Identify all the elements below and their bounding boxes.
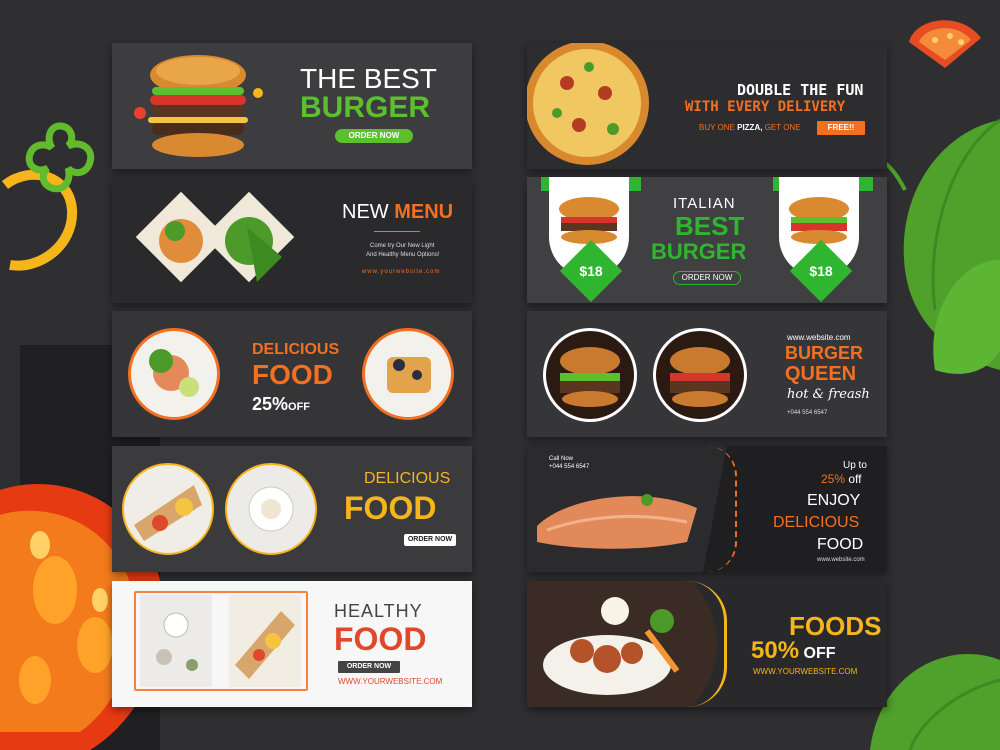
order-now-button-white[interactable]: ORDER NOW [404, 534, 456, 546]
foods-offer: 50% OFF [751, 637, 836, 665]
italian-line2: BEST [675, 211, 745, 241]
banner-salmon: Call Now +044 554 6547 Up to 25% off ENJ… [527, 446, 887, 572]
banner-foods-discount: FOODS 50% OFF WWW.YOURWEBSITE.COM [527, 581, 887, 707]
yellow-curve-line [687, 581, 727, 707]
salmon-line2: DELICIOUS [773, 514, 860, 531]
price-right: $18 [809, 263, 833, 279]
ornament-divider [374, 231, 420, 232]
salmon-off: off [848, 472, 862, 486]
food-photo-salmon [128, 328, 220, 420]
pizza-illustration [527, 43, 649, 165]
healthy-line2: FOOD [334, 621, 427, 657]
pizza-offer-post: GET ONE [764, 123, 801, 132]
discount-percent: 25% [252, 394, 289, 414]
new-menu-url[interactable]: www.yourwebsite.com [362, 269, 440, 275]
italian-line1: ITALIAN [673, 195, 736, 212]
salmon-call-label: Call Now [549, 456, 574, 462]
tomato-wedge-icon [909, 20, 981, 69]
salmon-line1: ENJOY [807, 492, 861, 509]
pizza-free-badge[interactable]: FREE!! [817, 121, 865, 135]
price-left: $18 [579, 263, 603, 279]
discount-off: OFF [288, 401, 311, 413]
new-menu-title: NEW MENU [342, 201, 453, 224]
healthy-line1: HEALTHY [334, 601, 423, 621]
order-now-button-outline[interactable]: ORDER NOW [673, 271, 741, 285]
banner-burger-queen: www.website.com BURGER QUEEN hot & freas… [527, 311, 887, 437]
menu-diamonds [135, 191, 295, 283]
new-menu-word1: NEW [342, 201, 389, 223]
foods-off: OFF [803, 645, 836, 662]
order-now-button-dark[interactable]: ORDER NOW [338, 661, 400, 673]
foods-percent: 50% [751, 637, 800, 664]
delicious-yellow-line2: FOOD [344, 490, 437, 526]
orange-dashed-curve [707, 446, 737, 572]
queen-url[interactable]: www.website.com [787, 333, 851, 342]
banner-best-burger: THE BEST BURGER ORDER NOW [112, 43, 472, 169]
new-menu-word2: MENU [394, 201, 454, 223]
delicious-discount-line2: FOOD [252, 359, 333, 390]
pizza-offer: BUY ONE PIZZA, GET ONE [699, 123, 801, 132]
delicious-yellow-line1: DELICIOUS [364, 470, 451, 487]
pizza-offer-pre: BUY ONE [699, 123, 735, 132]
queen-tagline: hot & freash [787, 387, 870, 402]
frame-corner [134, 591, 308, 691]
delicious-discount-line1: DELICIOUS [252, 341, 340, 358]
banner-best-burger-line2: BURGER [300, 91, 431, 124]
queen-line1: BURGER [785, 343, 864, 363]
banner-healthy-food: HEALTHY FOOD ORDER NOW WWW.YOURWEBSITE.C… [112, 581, 472, 707]
food-photo-sandwich [122, 463, 214, 555]
order-now-button[interactable]: ORDER NOW [335, 129, 413, 143]
italian-line3: BURGER [651, 239, 747, 264]
salmon-phone: +044 554 6547 [549, 464, 590, 470]
new-menu-desc2: And Healthy Menu Options! [366, 252, 440, 258]
burger-photo-right [653, 328, 747, 422]
salmon-discount: 25% off [821, 472, 862, 486]
green-pepper-icon [25, 122, 95, 193]
queen-line2: QUEEN [785, 363, 857, 385]
queen-phone: +044 554 6547 [787, 410, 828, 416]
banner-delicious-yellow: DELICIOUS FOOD ORDER NOW [112, 446, 472, 572]
banner-italian-burger: $18 $18 ITALIAN BEST BURGER ORDER NOW [527, 177, 887, 303]
foods-url[interactable]: WWW.YOURWEBSITE.COM [753, 667, 857, 676]
pizza-line2: WITH EVERY DELIVERY [685, 99, 846, 115]
salmon-line3: FOOD [817, 536, 864, 553]
pizza-line1: DOUBLE THE FUN [737, 81, 864, 99]
delicious-discount-offer: 25%OFF [252, 394, 310, 415]
salmon-upto: Up to [843, 460, 867, 471]
burger-photo-left [543, 328, 637, 422]
food-photo-plate [225, 463, 317, 555]
new-menu-desc1: Come try Our New Light [370, 243, 435, 249]
salmon-percent: 25% [821, 472, 846, 486]
pizza-offer-item: PIZZA, [737, 123, 763, 132]
banner-delicious-discount: DELICIOUS FOOD 25%OFF [112, 311, 472, 437]
food-photo-waffles [362, 328, 454, 420]
burger-illustration [134, 55, 263, 157]
banner-pizza: DOUBLE THE FUN WITH EVERY DELIVERY BUY O… [527, 43, 887, 169]
banner-new-menu: NEW MENU Come try Our New Light And Heal… [112, 177, 472, 303]
salmon-url[interactable]: www.website.com [817, 557, 865, 563]
healthy-url[interactable]: WWW.YOURWEBSITE.COM [338, 677, 442, 686]
